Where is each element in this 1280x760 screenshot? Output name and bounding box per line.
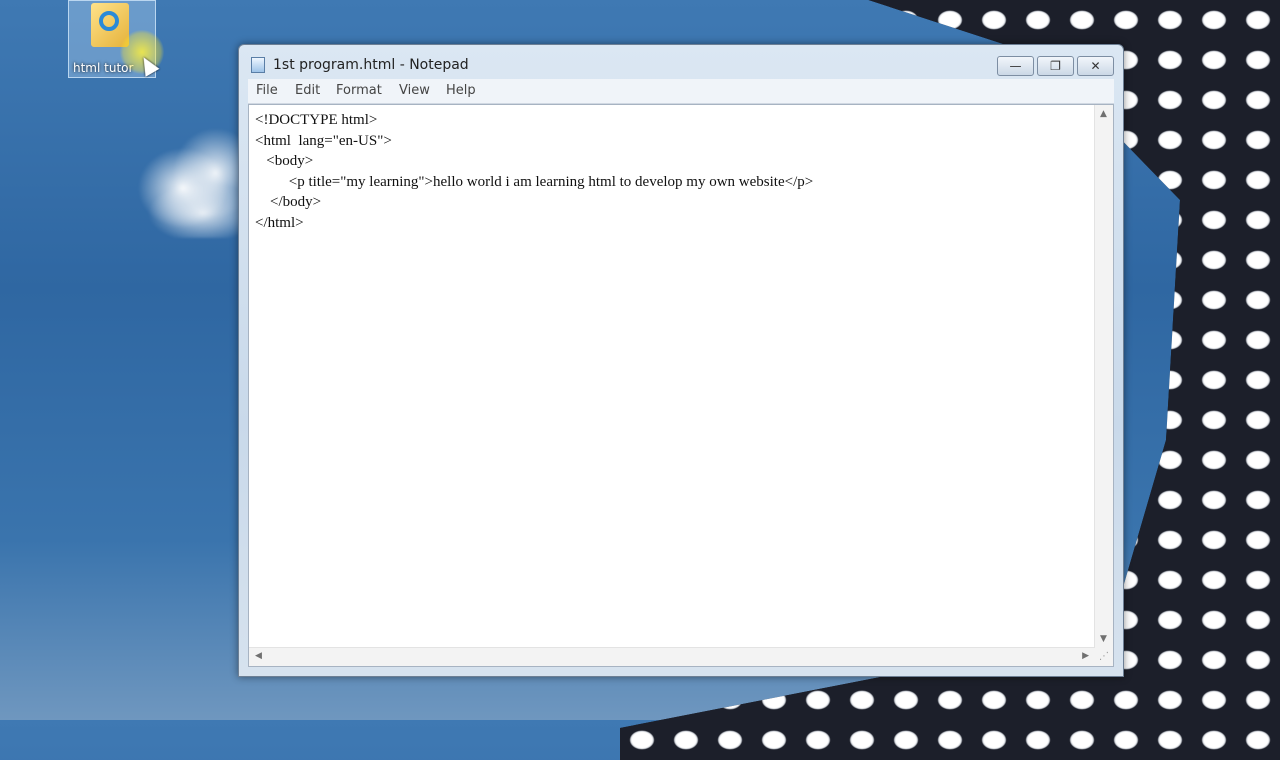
window-title: 1st program.html - Notepad (273, 57, 469, 73)
menu-file[interactable]: File (256, 83, 278, 98)
minimize-button[interactable]: — (997, 56, 1034, 76)
scroll-down-icon[interactable]: ▼ (1100, 634, 1107, 644)
menu-edit[interactable]: Edit (295, 83, 320, 98)
scroll-left-icon[interactable]: ◀ (255, 651, 262, 661)
notepad-window: 1st program.html - Notepad — ❐ ✕ File Ed… (238, 44, 1124, 677)
scroll-right-icon[interactable]: ▶ (1082, 651, 1089, 661)
menu-bar: File Edit Format View Help (248, 79, 1114, 104)
menu-view[interactable]: View (399, 83, 430, 98)
close-button[interactable]: ✕ (1077, 56, 1114, 76)
maximize-button[interactable]: ❐ (1037, 56, 1074, 76)
vertical-scrollbar[interactable]: ▲ ▼ (1094, 105, 1113, 648)
title-bar[interactable]: 1st program.html - Notepad — ❐ ✕ (239, 45, 1123, 81)
resize-grip-icon[interactable]: ⋰ (1095, 648, 1113, 666)
notepad-icon (251, 57, 265, 73)
code-line-1: <!DOCTYPE html> (255, 112, 378, 128)
editor-content[interactable]: <!DOCTYPE html> <html lang="en-US"> <bod… (255, 110, 1089, 234)
menu-help[interactable]: Help (446, 83, 476, 98)
code-line-6: </html> (255, 214, 304, 231)
scroll-up-icon[interactable]: ▲ (1100, 109, 1107, 119)
menu-format[interactable]: Format (336, 83, 382, 98)
code-line-3: <body> (255, 153, 314, 170)
code-line-2: <html lang="en-US"> (255, 132, 392, 149)
horizontal-scrollbar[interactable]: ◀ ▶ (249, 647, 1095, 666)
code-line-4: <p title="my learning">hello world i am … (255, 173, 814, 190)
cloud-decoration (118, 128, 258, 238)
text-editor[interactable]: <!DOCTYPE html> <html lang="en-US"> <bod… (248, 104, 1114, 667)
code-line-5: </body> (255, 194, 322, 211)
